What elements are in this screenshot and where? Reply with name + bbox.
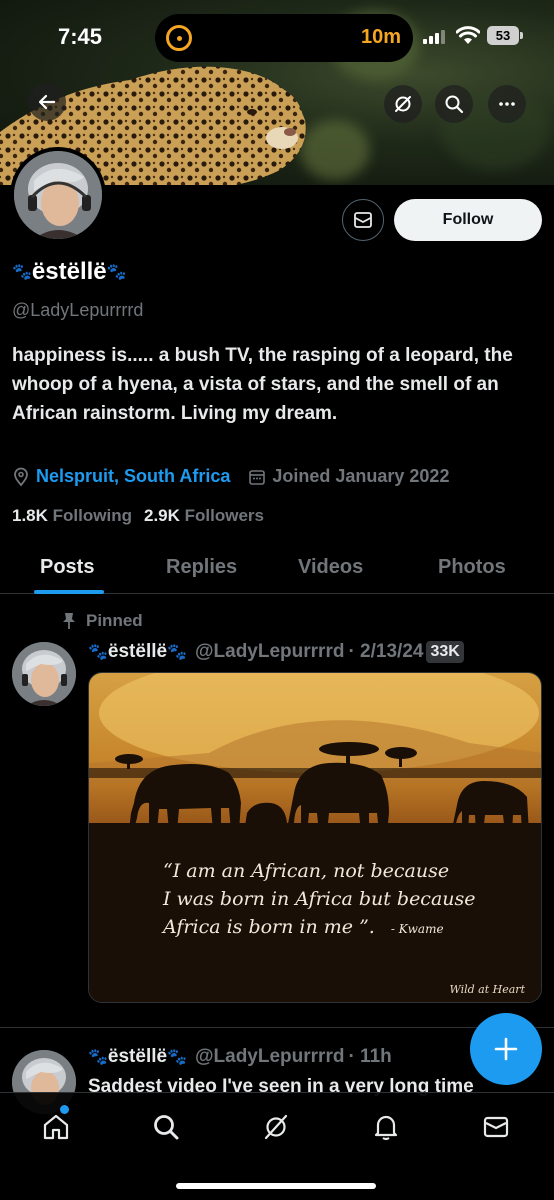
location-icon bbox=[14, 467, 28, 486]
profile-bio: happiness is..... a bush TV, the rasping… bbox=[12, 345, 513, 424]
nav-home[interactable] bbox=[36, 1107, 76, 1147]
paw-icon: 🐾 bbox=[167, 644, 187, 661]
followers-link[interactable]: 2.9K Followers bbox=[144, 506, 264, 526]
notification-dot bbox=[60, 1105, 69, 1114]
search-button[interactable] bbox=[435, 85, 473, 123]
wifi-icon bbox=[456, 26, 480, 44]
status-time: 7:45 bbox=[58, 24, 103, 49]
nav-messages[interactable] bbox=[476, 1107, 516, 1147]
tab-videos[interactable]: Videos bbox=[298, 556, 363, 579]
messages-icon bbox=[483, 1116, 509, 1138]
post-author-name[interactable]: ëstëllë bbox=[108, 1046, 167, 1068]
profile-meta: Nelspruit, South Africa Joined January 2… bbox=[12, 466, 449, 487]
battery-indicator: 53 bbox=[487, 26, 523, 45]
dynamic-island[interactable]: 10m bbox=[155, 14, 413, 62]
display-name-text: ëstëllë bbox=[31, 258, 107, 285]
status-bar: 7:45 10m 53 bbox=[0, 0, 554, 72]
post-author-handle[interactable]: @LadyLepurrrrd bbox=[195, 641, 344, 663]
following-link[interactable]: 1.8K Following bbox=[12, 506, 132, 526]
cellular-signal-icon bbox=[423, 30, 445, 44]
post-date[interactable]: · 11h bbox=[348, 1046, 391, 1068]
follow-button[interactable]: Follow bbox=[394, 199, 542, 241]
post-author-name[interactable]: ëstëllë bbox=[108, 641, 167, 663]
back-arrow-icon bbox=[38, 94, 56, 110]
tab-replies[interactable]: Replies bbox=[166, 556, 237, 579]
follow-counts: 1.8K Following 2.9K Followers bbox=[12, 506, 264, 526]
home-icon bbox=[43, 1114, 69, 1140]
avatar-image bbox=[12, 642, 76, 706]
timer-icon bbox=[166, 25, 192, 51]
paw-icon: 🐾 bbox=[88, 644, 108, 661]
post-author-handle[interactable]: @LadyLepurrrrd bbox=[195, 1046, 344, 1068]
nav-grok[interactable] bbox=[256, 1107, 296, 1147]
paw-icon: 🐾 bbox=[167, 1049, 187, 1066]
profile-avatar[interactable] bbox=[10, 147, 106, 243]
grok-icon bbox=[395, 96, 411, 112]
grok-button[interactable] bbox=[384, 85, 422, 123]
message-button[interactable] bbox=[342, 199, 384, 241]
mail-icon bbox=[354, 212, 372, 228]
more-button[interactable] bbox=[488, 85, 526, 123]
active-tab-indicator bbox=[34, 590, 104, 594]
profile-display-name: 🐾 ëstëllë 🐾 bbox=[12, 258, 127, 286]
post-divider bbox=[0, 1027, 554, 1028]
location-link[interactable]: Nelspruit, South Africa bbox=[36, 466, 230, 487]
tab-posts[interactable]: Posts bbox=[40, 556, 94, 579]
profile-tabs: Posts Replies Videos Photos bbox=[0, 548, 554, 594]
plus-icon bbox=[494, 1037, 518, 1061]
timer-text: 10m bbox=[360, 26, 401, 48]
home-indicator[interactable] bbox=[176, 1183, 376, 1189]
image-watermark: Wild at Heart bbox=[449, 983, 525, 996]
joined-date: Joined January 2022 bbox=[272, 466, 450, 486]
pinned-label: Pinned bbox=[62, 611, 143, 631]
compose-button[interactable] bbox=[470, 1013, 542, 1085]
paw-icon: 🐾 bbox=[12, 264, 32, 281]
profile-handle: @LadyLepurrrrd bbox=[12, 300, 144, 320]
avatar-image bbox=[14, 151, 102, 239]
calendar-icon bbox=[249, 469, 266, 485]
elephants-sunset-image bbox=[89, 673, 541, 1002]
pin-icon bbox=[63, 613, 75, 629]
explore-icon bbox=[154, 1115, 179, 1140]
more-icon bbox=[499, 102, 515, 106]
search-icon bbox=[445, 95, 464, 114]
post-date[interactable]: · 2/13/24 bbox=[348, 641, 423, 663]
nav-notifications[interactable] bbox=[366, 1107, 406, 1147]
bell-icon bbox=[374, 1115, 398, 1141]
back-button[interactable] bbox=[28, 83, 66, 121]
view-count-badge: 33K bbox=[426, 641, 464, 663]
image-quote: “I am an African, not because I was born… bbox=[163, 860, 476, 938]
post-header: 🐾 ëstëllë 🐾 @LadyLepurrrrd · 11h bbox=[88, 1046, 392, 1068]
paw-icon: 🐾 bbox=[106, 264, 127, 281]
post-image[interactable]: “I am an African, not because I was born… bbox=[88, 672, 542, 1003]
tab-photos[interactable]: Photos bbox=[438, 556, 506, 579]
post-avatar[interactable] bbox=[12, 642, 76, 706]
paw-icon: 🐾 bbox=[88, 1049, 108, 1066]
nav-explore[interactable] bbox=[146, 1107, 186, 1147]
grok-nav-icon bbox=[264, 1114, 288, 1140]
post-header: 🐾 ëstëllë 🐾 @LadyLepurrrrd · 2/13/24 33K bbox=[88, 641, 464, 663]
